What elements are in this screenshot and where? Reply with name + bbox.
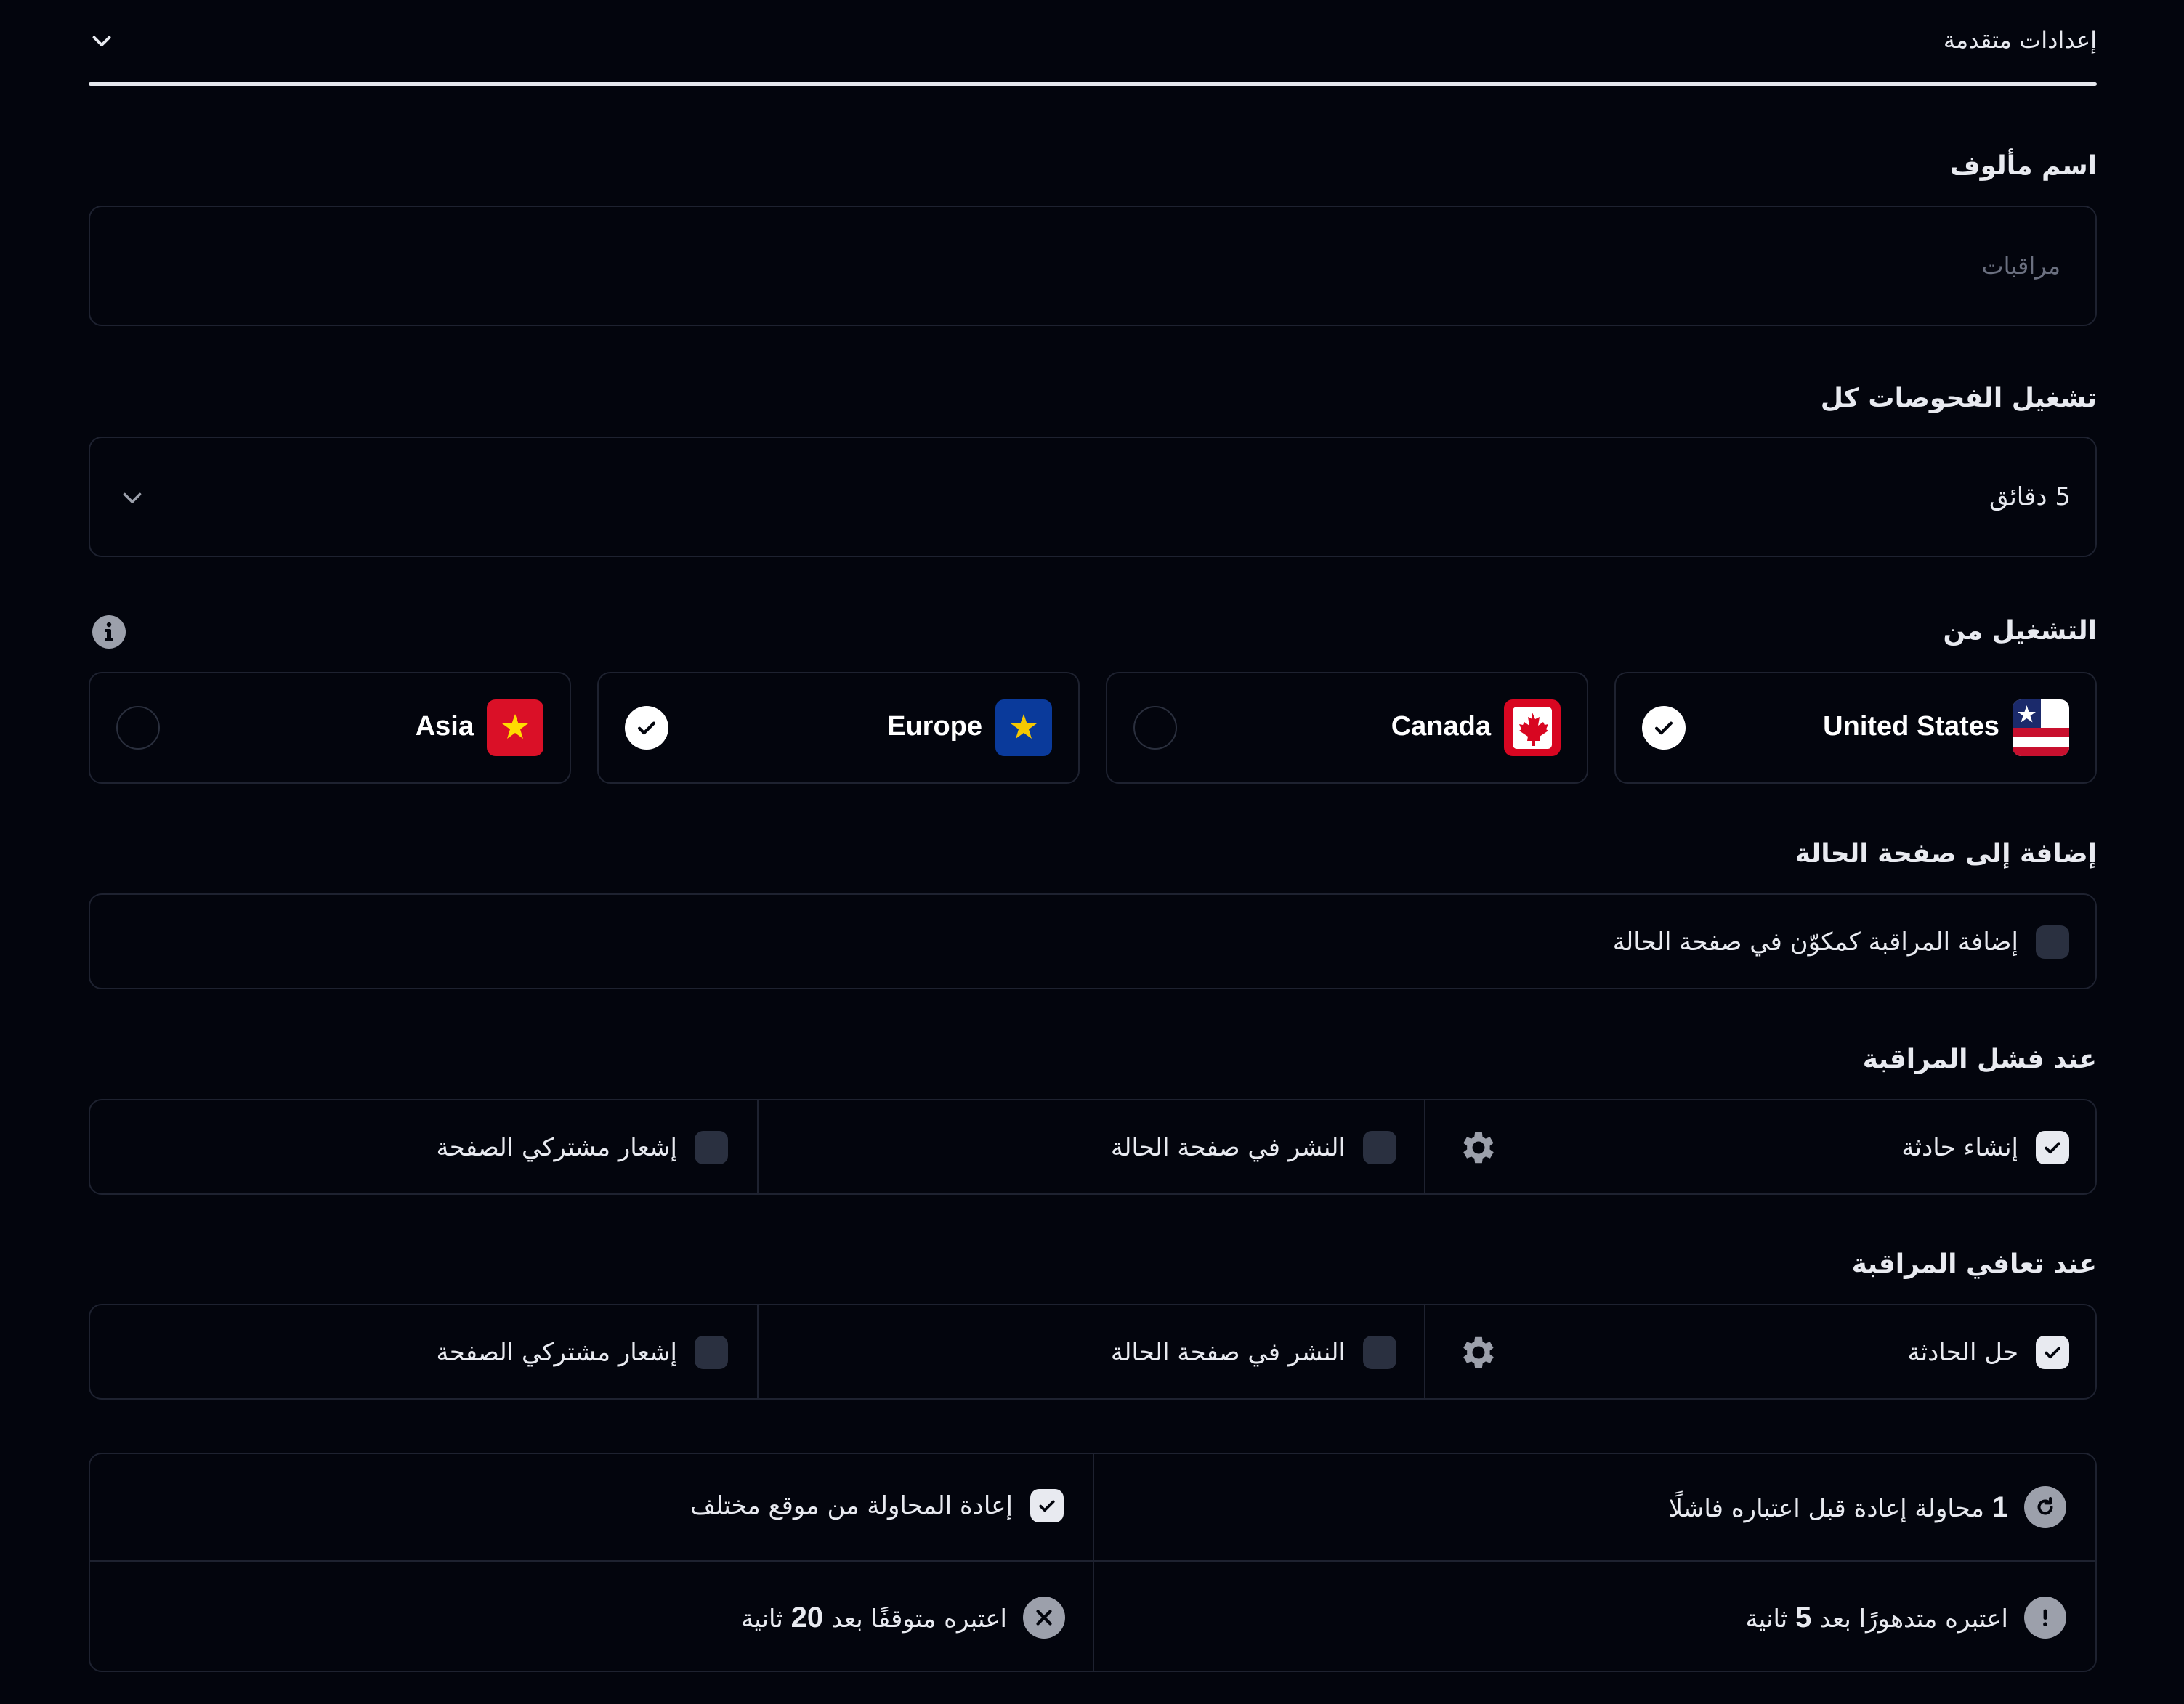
region-label: Asia [415,711,474,742]
gear-icon[interactable] [1457,1127,1500,1172]
degraded-threshold-text: اعتبره متدهورًا بعد 5 ثانية [1745,1601,2009,1634]
retries-text: 1 محاولة إعادة قبل اعتباره فاشلًا [1668,1490,2008,1523]
notify-subscribers-option[interactable]: إشعار مشتركي الصفحة [437,1131,728,1164]
option-divider [757,1100,759,1193]
status-page-checkbox[interactable] [2036,925,2069,959]
degraded-threshold-value[interactable]: 5 [1795,1602,1811,1634]
grid-divider-horizontal [90,1560,2095,1562]
status-page-option[interactable]: إضافة المراقبة كمكوّن في صفحة الحالة [1613,925,2069,959]
resolve-incident-checkbox[interactable] [2036,1336,2069,1369]
on-recovery-options: حل الحادثة النشر في صفحة الحالة إشعار مش… [89,1304,2097,1400]
status-page-option-row[interactable]: إضافة المراقبة كمكوّن في صفحة الحالة [89,893,2097,989]
post-status-page-option[interactable]: النشر في صفحة الحالة [1111,1131,1396,1164]
on-failure-options: إنشاء حادثة النشر في صفحة الحالة إشعار م… [89,1099,2097,1195]
friendly-name-input[interactable]: مراقبات [89,206,2097,326]
retry-other-location-text: إعادة المحاولة من موقع مختلف [689,1491,1013,1520]
retry-other-location-option[interactable]: إعادة المحاولة من موقع مختلف [690,1489,1064,1522]
post-status-page-checkbox[interactable] [1363,1131,1396,1164]
eu-flag-icon [995,699,1052,756]
post-status-page-option[interactable]: النشر في صفحة الحالة [1111,1336,1396,1369]
gear-icon[interactable] [1457,1331,1500,1376]
grid-divider-vertical [1093,1454,1094,1671]
status-page-option-text: إضافة المراقبة كمكوّن في صفحة الحالة [1612,928,2018,957]
canada-flag-icon [1504,699,1561,756]
region-option-asia[interactable]: Asia [89,672,571,784]
region-label: Canada [1391,711,1491,742]
region-option-canada[interactable]: Canada [1106,672,1588,784]
retry-other-location-checkbox[interactable] [1030,1489,1064,1522]
retries-setting[interactable]: 1 محاولة إعادة قبل اعتباره فاشلًا [1669,1486,2066,1528]
resolve-incident-option[interactable]: حل الحادثة [1907,1336,2069,1369]
page-title: إعدادات متقدمة [1943,26,2097,54]
check-interval-select[interactable]: 5 دقائق [89,437,2097,557]
create-incident-checkbox[interactable] [2036,1131,2069,1164]
us-flag-icon [2013,699,2069,756]
exclamation-icon [2024,1597,2066,1639]
info-icon[interactable] [92,614,126,652]
region-option-europe[interactable]: Europe [597,672,1080,784]
advanced-settings-header[interactable]: إعدادات متقدمة [89,15,2097,73]
x-circle-icon [1023,1597,1065,1639]
chevron-down-icon[interactable] [89,28,115,57]
notify-subscribers-checkbox[interactable] [695,1336,728,1369]
retry-settings-panel: 1 محاولة إعادة قبل اعتباره فاشلًا إعادة … [89,1453,2097,1672]
option-divider [1424,1100,1425,1193]
region-selected-indicator[interactable] [625,706,668,750]
asia-flag-icon [487,699,543,756]
notify-subscribers-checkbox[interactable] [695,1131,728,1164]
region-unselected-indicator[interactable] [1133,706,1177,750]
refresh-icon [2024,1486,2066,1528]
notify-subscribers-text: إشعار مشتركي الصفحة [436,1338,677,1367]
down-threshold-setting[interactable]: اعتبره متوقفًا بعد 20 ثانية [741,1597,1065,1639]
friendly-name-placeholder: مراقبات [1981,252,2060,280]
header-divider [89,82,2097,86]
on-recovery-label: عند تعافي المراقبة [1851,1249,2097,1279]
create-incident-option[interactable]: إنشاء حادثة [1901,1131,2069,1164]
region-label: Europe [887,711,982,742]
friendly-name-label: اسم مألوف [1949,151,2097,181]
region-label: United States [1823,711,1999,742]
check-interval-value: 5 دقائق [1989,482,2071,511]
region-selected-indicator[interactable] [1642,706,1686,750]
notify-subscribers-text: إشعار مشتركي الصفحة [436,1133,677,1162]
create-incident-text: إنشاء حادثة [1901,1133,2018,1162]
post-status-page-text: النشر في صفحة الحالة [1110,1338,1346,1367]
degraded-threshold-setting[interactable]: اعتبره متدهورًا بعد 5 ثانية [1745,1597,2066,1639]
option-divider [1424,1305,1425,1398]
on-failure-label: عند فشل المراقبة [1862,1044,2097,1074]
run-from-label: التشغيل من [1943,616,2097,646]
status-page-label: إضافة إلى صفحة الحالة [1795,839,2097,869]
check-interval-label: تشغيل الفحوصات كل [1820,384,2097,413]
down-threshold-text: اعتبره متوقفًا بعد 20 ثانية [741,1601,1007,1634]
resolve-incident-text: حل الحادثة [1907,1338,2018,1367]
region-option-united-states[interactable]: United States [1614,672,2097,784]
option-divider [757,1305,759,1398]
post-status-page-text: النشر في صفحة الحالة [1110,1133,1346,1162]
notify-subscribers-option[interactable]: إشعار مشتركي الصفحة [437,1336,728,1369]
down-threshold-value[interactable]: 20 [791,1602,824,1634]
retries-count: 1 [1991,1490,2008,1523]
chevron-down-icon[interactable] [119,484,145,514]
region-unselected-indicator[interactable] [116,706,160,750]
post-status-page-checkbox[interactable] [1363,1336,1396,1369]
